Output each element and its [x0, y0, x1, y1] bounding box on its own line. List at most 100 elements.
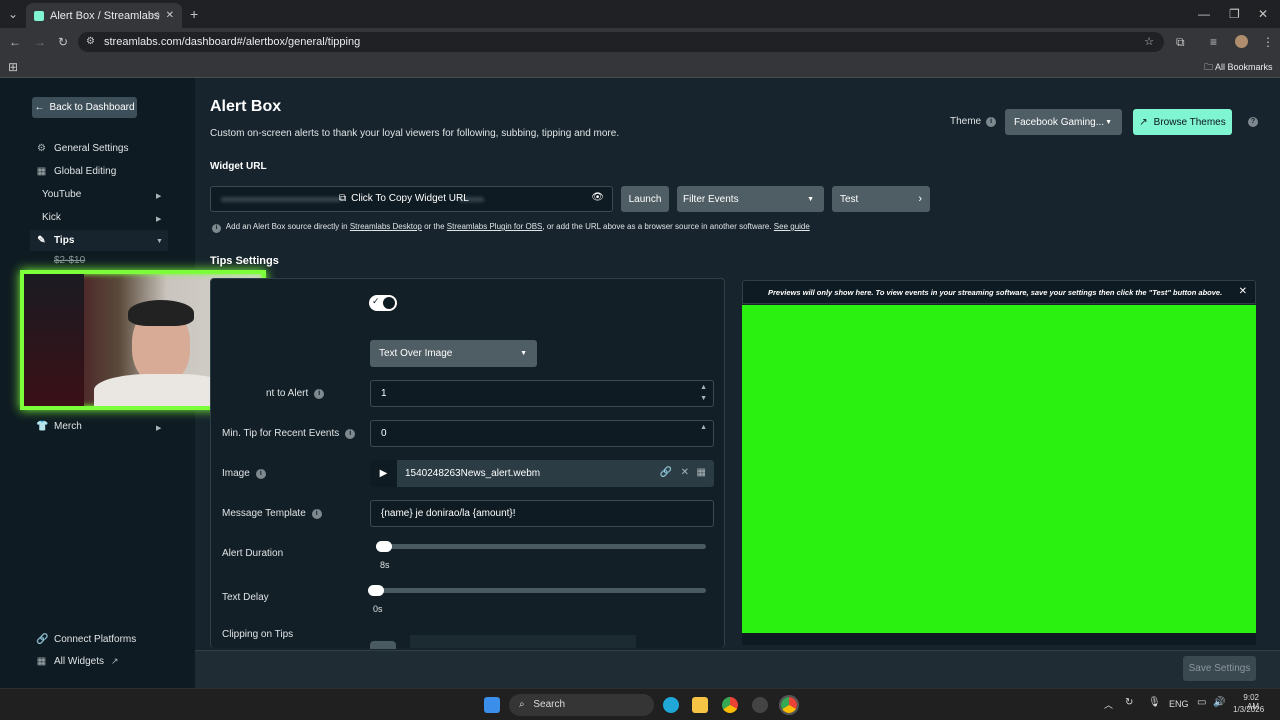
- windows-start-icon[interactable]: [484, 697, 500, 713]
- info-icon[interactable]: i: [345, 428, 356, 439]
- network-icon[interactable]: ▭: [1197, 697, 1206, 708]
- check-icon: ✓: [372, 296, 380, 306]
- all-bookmarks[interactable]: 🗀 All Bookmarks: [1204, 60, 1273, 76]
- streamlabs-desktop-link[interactable]: Streamlabs Desktop: [350, 222, 422, 231]
- info-icon[interactable]: i: [986, 116, 997, 127]
- sidebar-item-merch[interactable]: 👕 Merch: [36, 421, 82, 432]
- test-label: Test: [840, 193, 859, 205]
- chevron-right-icon: ▶: [156, 193, 162, 200]
- app-icon[interactable]: [752, 697, 768, 713]
- text-delay-slider[interactable]: [368, 585, 706, 596]
- sidebar-item-global-editing[interactable]: ▦ Global Editing: [36, 166, 117, 177]
- clock-date[interactable]: 1/3/2026: [1233, 705, 1264, 714]
- save-settings-button[interactable]: Save Settings: [1183, 656, 1256, 681]
- file-explorer-icon[interactable]: [692, 697, 708, 713]
- grid-icon: ▦: [36, 656, 47, 667]
- browse-themes-button[interactable]: ↗ Browse Themes: [1133, 109, 1232, 135]
- info-icon[interactable]: i: [311, 508, 322, 519]
- theme-select-value: Facebook Gaming...: [1014, 116, 1105, 128]
- taskbar-search[interactable]: ⌕ Search: [509, 694, 654, 716]
- tips-settings-title: Tips Settings: [210, 255, 279, 267]
- restore-icon[interactable]: ❐: [1229, 7, 1240, 21]
- sidebar-item-tips[interactable]: ✎ Tips: [36, 235, 74, 246]
- all-widgets-link[interactable]: ▦ All Widgets ↗: [36, 656, 119, 667]
- min-amount-label-text: nt to Alert: [266, 388, 309, 399]
- browser-tab[interactable]: Alert Box / Streamlabs ◁) ✕: [26, 3, 182, 28]
- message-template-input[interactable]: {name} je donirao/la {amount}!: [370, 500, 714, 527]
- file-icon[interactable]: ▶: [370, 460, 397, 487]
- sidebar-item-general-settings[interactable]: ⚙ General Settings: [36, 143, 128, 154]
- gallery-grid-icon[interactable]: ▦: [697, 467, 706, 478]
- window-close-icon[interactable]: ✕: [1258, 7, 1268, 21]
- min-recent-input[interactable]: 0 ▲: [370, 420, 714, 447]
- language-indicator[interactable]: ENG: [1169, 699, 1189, 709]
- copy-widget-url-button[interactable]: ⧉ Click To Copy Widget URL: [339, 193, 469, 204]
- image-file-name: 1540248263News_alert.webm: [405, 468, 541, 479]
- close-icon[interactable]: ✕: [1239, 286, 1247, 297]
- layout-select[interactable]: Text Over Image ▼: [370, 340, 537, 367]
- volume-icon[interactable]: 🔊: [1213, 697, 1225, 708]
- new-tab-icon[interactable]: +: [190, 7, 198, 21]
- clipping-toggle[interactable]: [370, 641, 396, 649]
- min-recent-value: 0: [381, 428, 387, 439]
- obs-plugin-link[interactable]: Streamlabs Plugin for OBS: [447, 222, 543, 231]
- sidebar-item-label: $2-$10: [54, 255, 86, 266]
- bookmark-star-icon[interactable]: ☆: [1144, 32, 1154, 52]
- eye-icon[interactable]: 👁: [591, 192, 604, 203]
- site-info-icon[interactable]: ⚙: [86, 32, 95, 52]
- launch-button[interactable]: Launch: [621, 186, 669, 212]
- alert-duration-slider[interactable]: [376, 541, 706, 552]
- tray-chevron-icon[interactable]: ︿: [1104, 698, 1113, 711]
- min-amount-input[interactable]: 1 ▲ ▼: [370, 380, 714, 407]
- url-input[interactable]: ⚙ streamlabs.com/dashboard#/alertbox/gen…: [78, 32, 1164, 52]
- test-button[interactable]: Test ›: [832, 186, 930, 212]
- tab-search-icon[interactable]: ⌄: [8, 7, 18, 21]
- edge-icon[interactable]: [663, 697, 679, 713]
- reading-list-icon[interactable]: ≡: [1210, 35, 1217, 49]
- reload-icon[interactable]: ↻: [58, 35, 68, 49]
- close-icon[interactable]: ✕: [681, 467, 689, 478]
- min-amount-label: nt to Alert i: [266, 388, 325, 399]
- see-guide-link[interactable]: See guide: [774, 222, 810, 231]
- minimize-icon[interactable]: —: [1198, 7, 1210, 21]
- sidebar-item-label: Merch: [54, 421, 82, 432]
- message-template-value: {name} je donirao/la {amount}!: [381, 508, 516, 519]
- min-recent-label: Min. Tip for Recent Events i: [222, 428, 356, 439]
- sidebar-subitem-tip-range[interactable]: $2-$10: [54, 255, 85, 266]
- chrome-menu-icon[interactable]: ⋮: [1262, 35, 1274, 49]
- stepper-down-icon[interactable]: ▼: [700, 386, 707, 411]
- sidebar-item-youtube[interactable]: YouTube: [42, 189, 81, 200]
- enable-toggle[interactable]: ✓: [369, 295, 397, 311]
- image-file-field[interactable]: ▶ 1540248263News_alert.webm 🔗 ✕ ▦: [370, 460, 714, 487]
- widget-url-field[interactable]: ⧉ Click To Copy Widget URL 👁: [210, 186, 613, 212]
- chrome-active-icon[interactable]: [779, 695, 799, 715]
- mic-icon[interactable]: 🎙: [1148, 697, 1161, 708]
- slider-handle[interactable]: [376, 541, 392, 552]
- all-widgets-label: All Widgets: [54, 656, 105, 667]
- tab-title: Alert Box / Streamlabs: [50, 9, 160, 22]
- chrome-icon[interactable]: [722, 697, 738, 713]
- profile-avatar[interactable]: [1235, 35, 1248, 48]
- copy-widget-url-label: Click To Copy Widget URL: [351, 193, 469, 204]
- widget-help-text: i Add an Alert Box source directly in St…: [212, 222, 810, 233]
- info-icon[interactable]: i: [314, 388, 325, 399]
- apps-grid-icon[interactable]: ⊞: [8, 60, 18, 74]
- sync-icon[interactable]: ↻: [1125, 697, 1133, 708]
- forward-icon[interactable]: →: [34, 35, 46, 49]
- close-tab-icon[interactable]: ✕: [166, 10, 174, 21]
- help-icon[interactable]: ?: [1248, 117, 1258, 127]
- slider-handle[interactable]: [368, 585, 384, 596]
- connect-platforms-link[interactable]: 🔗 Connect Platforms: [36, 634, 136, 645]
- back-to-dashboard-button[interactable]: ← Back to Dashboard: [32, 97, 137, 118]
- audio-icon[interactable]: ◁): [150, 10, 160, 21]
- clipping-label: Clipping on Tips: [222, 629, 293, 640]
- sidebar-item-kick[interactable]: Kick: [42, 212, 61, 223]
- stepper-up-icon[interactable]: ▲: [700, 415, 707, 440]
- link-icon[interactable]: 🔗: [660, 467, 672, 478]
- info-icon[interactable]: i: [255, 468, 266, 479]
- filter-events-select[interactable]: Filter Events ▼: [677, 186, 824, 212]
- extensions-icon[interactable]: ⧉: [1176, 35, 1185, 49]
- message-template-label-text: Message Template: [222, 508, 306, 519]
- back-icon[interactable]: ←: [9, 35, 21, 49]
- theme-select[interactable]: Facebook Gaming... ▼: [1005, 109, 1122, 135]
